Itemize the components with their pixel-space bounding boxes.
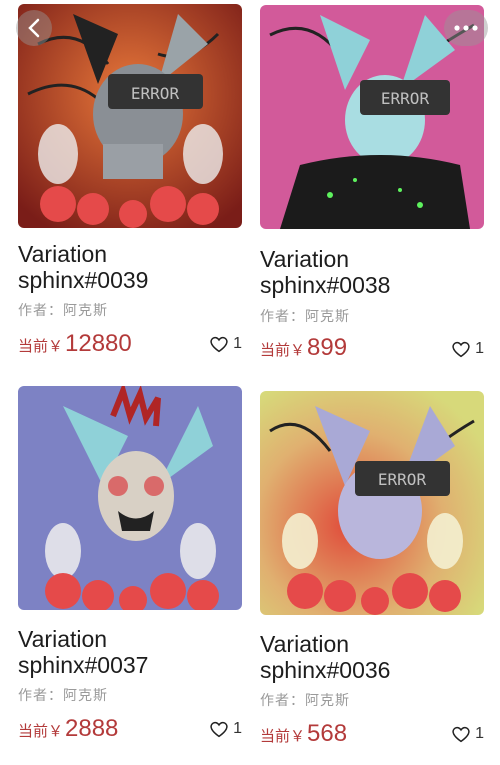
price-value: 2888 xyxy=(65,715,119,742)
nft-title: Variation sphinx#0036 xyxy=(260,631,391,683)
nft-artwork[interactable]: ERROR xyxy=(18,4,242,228)
price-row: 当前￥ 12880 xyxy=(18,330,132,360)
price-row: 当前￥ 899 xyxy=(260,334,347,364)
like-button[interactable]: 1 xyxy=(451,340,484,358)
error-sign-text: ERROR xyxy=(131,84,180,103)
heart-icon xyxy=(452,341,470,358)
nft-author: 作者：阿克斯 xyxy=(260,308,350,324)
price-value: 568 xyxy=(307,720,348,747)
nft-artwork[interactable]: ERROR xyxy=(260,391,484,615)
back-button[interactable] xyxy=(16,10,52,46)
price-label: 当前￥ xyxy=(18,723,64,740)
like-count: 1 xyxy=(233,720,242,737)
price-value: 12880 xyxy=(65,330,132,357)
sphinx-cat-artwork: ERROR xyxy=(18,4,242,228)
heart-icon xyxy=(452,726,470,743)
like-button[interactable]: 1 xyxy=(209,720,242,738)
heart-icon xyxy=(210,336,228,353)
price-value: 899 xyxy=(307,334,348,361)
more-button[interactable] xyxy=(444,10,488,46)
like-button[interactable]: 1 xyxy=(451,725,484,743)
price-row: 当前￥ 568 xyxy=(260,720,347,750)
price-label: 当前￥ xyxy=(260,342,306,359)
nft-title: Variation sphinx#0037 xyxy=(18,626,149,678)
nft-author: 作者：阿克斯 xyxy=(260,692,350,708)
like-count: 1 xyxy=(475,340,484,357)
nft-author: 作者：阿克斯 xyxy=(18,687,108,703)
like-button[interactable]: 1 xyxy=(209,335,242,353)
heart-icon xyxy=(210,721,228,738)
nft-author: 作者：阿克斯 xyxy=(18,302,108,318)
chevron-left-icon xyxy=(28,18,40,38)
more-dots-icon xyxy=(454,25,478,31)
nft-title: Variation sphinx#0038 xyxy=(260,246,391,298)
price-label: 当前￥ xyxy=(18,338,64,355)
nft-artwork[interactable] xyxy=(18,386,242,610)
error-sign-text: ERROR xyxy=(378,470,427,489)
sphinx-cat-artwork: ERROR xyxy=(260,391,484,615)
sphinx-cat-artwork xyxy=(18,386,242,610)
price-row: 当前￥ 2888 xyxy=(18,715,118,745)
price-label: 当前￥ xyxy=(260,728,306,745)
nft-title: Variation sphinx#0039 xyxy=(18,241,149,293)
like-count: 1 xyxy=(233,335,242,352)
like-count: 1 xyxy=(475,725,484,742)
error-sign-text: ERROR xyxy=(381,89,430,108)
